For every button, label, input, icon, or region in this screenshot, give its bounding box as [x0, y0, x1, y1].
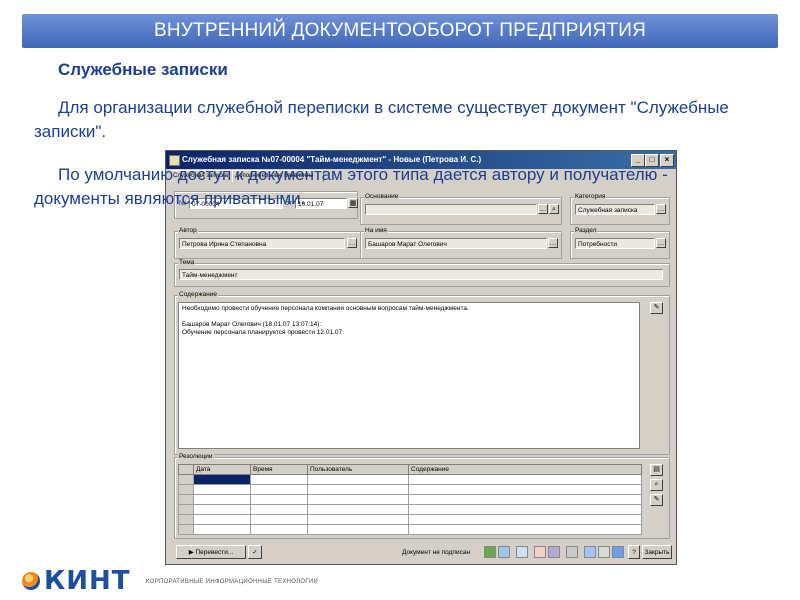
content-line: Необходимо провести обучение персонала к…: [182, 305, 469, 312]
paragraph-2: По умолчанию доступ к документам этого т…: [34, 165, 668, 208]
section-group: Раздел Потребности …: [570, 227, 670, 259]
save-icon[interactable]: [612, 546, 624, 558]
content-label: Содержание: [178, 291, 218, 298]
copy-icon[interactable]: [584, 546, 596, 558]
search-resolution-icon[interactable]: ⌕: [650, 479, 663, 491]
edit-content-icon[interactable]: ✎: [650, 302, 663, 314]
section-field[interactable]: Потребности: [575, 238, 655, 249]
table-row[interactable]: [178, 514, 642, 525]
section-label: Раздел: [574, 227, 598, 234]
author-group: Автор Петрова Ирина Степановна …: [174, 227, 362, 259]
table-row[interactable]: [178, 484, 642, 495]
author-select-button[interactable]: …: [347, 238, 357, 248]
memo-window: Служебная записка №07-00004 "Тайм-менедж…: [165, 150, 677, 565]
document-link-icon[interactable]: [516, 546, 528, 558]
help-icon[interactable]: ?: [628, 545, 640, 559]
subject-field[interactable]: Тайм-менеджмент: [179, 269, 663, 280]
status-text: Документ не подписан: [402, 549, 471, 556]
slide-banner: ВНУТРЕННИЙ ДОКУМЕНТООБОРОТ ПРЕДПРИЯТИЯ: [22, 14, 778, 48]
play-icon: ▶: [188, 549, 196, 556]
pen-icon[interactable]: ✎: [650, 494, 663, 506]
column-content[interactable]: Содержание: [408, 464, 642, 475]
forward-button[interactable]: ▶ Перевести...: [176, 545, 246, 559]
column-date[interactable]: Дата: [193, 464, 251, 475]
content-line: [182, 313, 636, 321]
paragraph-1: Для организации служебной переписки в си…: [34, 98, 729, 141]
table-row[interactable]: [178, 474, 642, 485]
tools-icon[interactable]: [566, 546, 578, 558]
resolutions-label: Резолюции: [178, 453, 214, 460]
addressee-group: На имя Башаров Марат Олегович …: [360, 227, 562, 259]
subject-group: Тема Тайм-менеджмент: [174, 259, 670, 287]
slide-heading: Служебные записки: [58, 60, 228, 79]
table-row[interactable]: [178, 504, 642, 515]
bottom-toolbar: ▶ Перевести... ✓ Документ не подписан ? …: [166, 541, 676, 563]
logo-tagline: КОРПОРАТИВНЫЕ ИНФОРМАЦИОННЫЕ ТЕХНОЛОГИИ: [146, 579, 319, 585]
check-button[interactable]: ✓: [248, 545, 262, 559]
content-line: Обучение персонала планируется провести …: [182, 329, 343, 336]
logo-emblem-icon: [22, 572, 40, 590]
sign-icon[interactable]: [484, 546, 496, 558]
addressee-label: На имя: [364, 227, 388, 234]
subject-label: Тема: [178, 259, 196, 266]
table-row[interactable]: [178, 524, 642, 535]
verify-icon[interactable]: [498, 546, 510, 558]
content-line: Башаров Марат Олегович (18.01.07 13:07:1…: [182, 321, 322, 328]
print-icon[interactable]: [598, 546, 610, 558]
add-resolution-icon[interactable]: ▤: [650, 464, 663, 476]
addressee-field[interactable]: Башаров Марат Олегович: [365, 238, 547, 249]
author-field[interactable]: Петрова Ирина Степановна: [179, 238, 345, 249]
close-button[interactable]: Закрыть: [642, 545, 672, 559]
column-user[interactable]: Пользователь: [307, 464, 409, 475]
resolutions-table[interactable]: Дата Время Пользователь Содержание: [178, 464, 642, 535]
section-select-button[interactable]: …: [656, 238, 666, 248]
forward-button-label: Перевести...: [195, 549, 234, 556]
table-row[interactable]: [178, 494, 642, 505]
relations-icon[interactable]: [548, 546, 560, 558]
logo-name: КИНТ: [44, 566, 131, 596]
author-label: Автор: [178, 227, 198, 234]
addressee-select-button[interactable]: …: [548, 238, 558, 248]
structure-icon[interactable]: [534, 546, 546, 558]
content-textarea[interactable]: Необходимо провести обучение персонала к…: [178, 302, 640, 449]
column-time[interactable]: Время: [250, 464, 308, 475]
